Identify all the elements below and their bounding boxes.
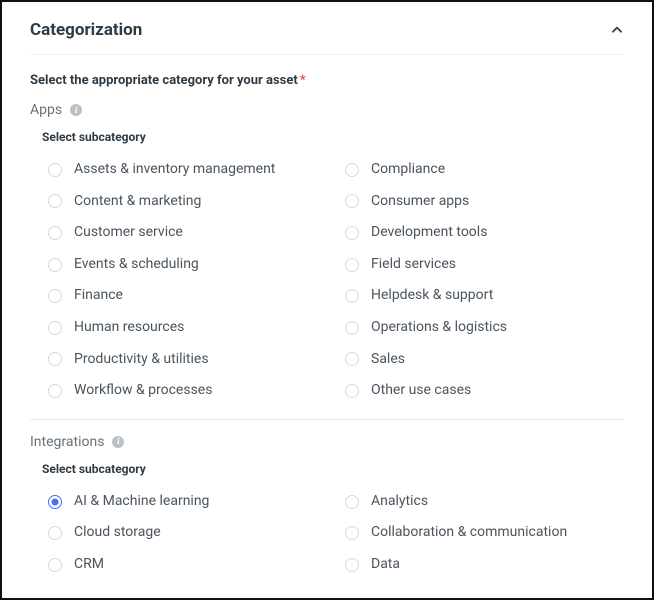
option-label: Customer service <box>74 223 183 243</box>
radio-button[interactable] <box>345 321 359 335</box>
option-label: Events & scheduling <box>74 255 199 275</box>
option-label: Operations & logistics <box>371 318 507 338</box>
radio-button[interactable] <box>345 384 359 398</box>
radio-button[interactable] <box>345 258 359 272</box>
subcategory-block: Select subcategoryAI & Machine learningA… <box>30 462 624 581</box>
subcategory-heading: Select subcategory <box>42 462 624 476</box>
chevron-up-icon[interactable] <box>610 23 624 37</box>
option-label: Helpdesk & support <box>371 286 493 306</box>
radio-button[interactable] <box>345 163 359 177</box>
option-label: Field services <box>371 255 456 275</box>
subcategory-block: Select subcategory Assets & inventory man… <box>30 130 624 407</box>
option-item[interactable]: Field services <box>339 249 624 281</box>
option-item[interactable]: Helpdesk & support <box>339 280 624 312</box>
radio-button[interactable] <box>345 558 359 572</box>
option-label: Assets & inventory management <box>74 160 275 180</box>
option-item[interactable]: AI & Machine learning <box>42 486 327 518</box>
option-item[interactable]: Content & marketing <box>42 186 327 218</box>
subcategory-heading: Select subcategory <box>42 130 624 144</box>
option-label: Analytics <box>371 492 428 512</box>
option-item[interactable]: Other use cases <box>339 375 624 407</box>
radio-button[interactable] <box>48 258 62 272</box>
radio-button[interactable] <box>48 226 62 240</box>
option-item[interactable]: Operations & logistics <box>339 312 624 344</box>
divider <box>30 419 624 420</box>
categorization-panel: Categorization Select the appropriate ca… <box>0 0 654 600</box>
radio-button[interactable] <box>345 226 359 240</box>
option-label: Finance <box>74 286 123 306</box>
option-label: Sales <box>371 350 405 370</box>
option-item[interactable]: Compliance <box>339 154 624 186</box>
option-label: Compliance <box>371 160 445 180</box>
required-asterisk: * <box>300 73 306 88</box>
options-grid: Assets & inventory management Compliance C… <box>42 154 624 407</box>
option-label: Productivity & utilities <box>74 350 209 370</box>
panel-header[interactable]: Categorization <box>30 20 624 55</box>
radio-button[interactable] <box>345 352 359 366</box>
option-label: Data <box>371 555 400 575</box>
option-item[interactable]: Customer service <box>42 217 327 249</box>
option-label: Development tools <box>371 223 487 243</box>
option-item[interactable]: Cloud storage <box>42 517 327 549</box>
radio-button[interactable] <box>48 352 62 366</box>
radio-button[interactable] <box>345 289 359 303</box>
info-icon[interactable]: i <box>112 436 124 448</box>
option-item[interactable]: Collaboration & communication <box>339 517 624 549</box>
option-item[interactable]: CRM <box>42 549 327 581</box>
panel-title: Categorization <box>30 20 142 40</box>
option-label: Human resources <box>74 318 184 338</box>
instruction-text: Select the appropriate category for your… <box>30 73 624 88</box>
radio-button[interactable] <box>48 526 62 540</box>
options-grid: AI & Machine learning Analytics Cloud stor… <box>42 486 624 581</box>
radio-button[interactable] <box>48 163 62 177</box>
option-item[interactable]: Development tools <box>339 217 624 249</box>
category-integrations: Integrations i Select subcategory AI & Mach… <box>30 434 624 581</box>
option-label: CRM <box>74 555 104 575</box>
option-item[interactable]: Sales <box>339 344 624 376</box>
option-item[interactable]: Events & scheduling <box>42 249 327 281</box>
category-label: Integrations <box>30 434 104 450</box>
option-item[interactable]: Productivity & utilities <box>42 344 327 376</box>
option-item[interactable]: Workflow & processes <box>42 375 327 407</box>
info-icon[interactable]: i <box>70 104 82 116</box>
option-label: Content & marketing <box>74 192 201 212</box>
radio-button[interactable] <box>48 558 62 572</box>
radio-button[interactable] <box>345 194 359 208</box>
option-label: Workflow & processes <box>74 381 212 401</box>
option-label: AI & Machine learning <box>74 492 209 512</box>
radio-button[interactable] <box>48 384 62 398</box>
radio-button[interactable] <box>345 495 359 509</box>
category-apps: Appsi Select subcategory Assets & inventor… <box>30 102 624 407</box>
option-item[interactable]: Finance <box>42 280 327 312</box>
category-header-apps: Appsi <box>30 102 624 118</box>
option-item[interactable]: Assets & inventory management <box>42 154 327 186</box>
radio-button[interactable] <box>345 526 359 540</box>
category-header-integrations: Integrations i <box>30 434 624 450</box>
option-item[interactable]: Analytics <box>339 486 624 518</box>
option-label: Other use cases <box>371 381 471 401</box>
option-label: Consumer apps <box>371 192 469 212</box>
option-item[interactable]: Data <box>339 549 624 581</box>
radio-button[interactable] <box>48 194 62 208</box>
option-label: Collaboration & communication <box>371 523 567 543</box>
instruction-label: Select the appropriate category for your… <box>30 73 298 88</box>
option-item[interactable]: Consumer apps <box>339 186 624 218</box>
radio-button[interactable] <box>48 321 62 335</box>
radio-button[interactable] <box>48 289 62 303</box>
option-label: Cloud storage <box>74 523 161 543</box>
option-item[interactable]: Human resources <box>42 312 327 344</box>
radio-button[interactable] <box>48 495 62 509</box>
category-label: Apps <box>30 102 62 118</box>
